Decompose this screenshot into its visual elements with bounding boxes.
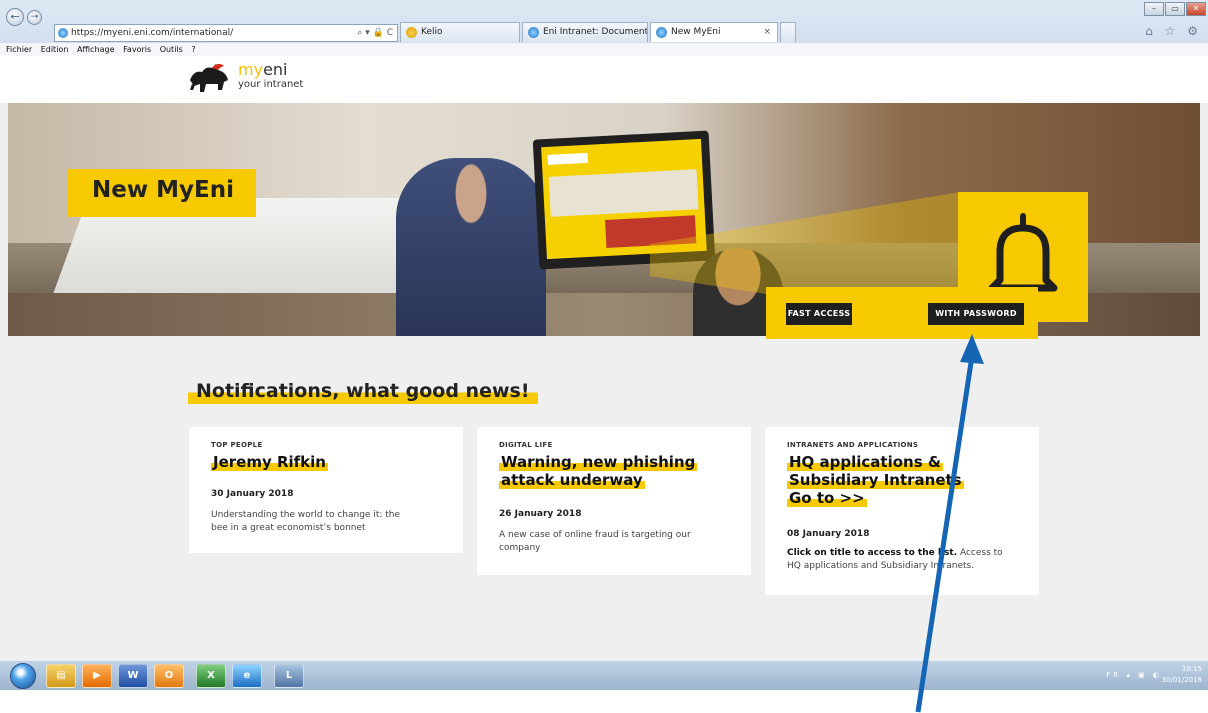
- hero-title-box: New MyEni: [68, 169, 256, 217]
- language-indicator[interactable]: FR: [1106, 671, 1121, 679]
- menu-edition[interactable]: Edition: [41, 45, 69, 54]
- browser-chrome: ← → https://myeni.eni.com/international/…: [0, 0, 1208, 56]
- back-button[interactable]: ←: [6, 8, 24, 26]
- card-title-link[interactable]: Warning, new phishing attack underway: [499, 453, 698, 489]
- system-tray-icons[interactable]: ▴ ▣ ◐: [1126, 671, 1162, 679]
- myeni-logo[interactable]: myeni your intranet: [238, 61, 303, 91]
- menu-fichier[interactable]: Fichier: [6, 45, 32, 54]
- card-description: Click on title to access to the list. Ac…: [787, 548, 1003, 571]
- close-tab-icon[interactable]: ×: [763, 23, 771, 41]
- clock-date: 30/01/2018: [1161, 676, 1202, 684]
- card-title-link[interactable]: Jeremy Rifkin: [211, 453, 328, 471]
- ie-favicon-icon: [656, 27, 667, 38]
- maximize-icon[interactable]: ▭: [1165, 2, 1185, 16]
- tab-eni-intranet-documents[interactable]: Eni Intranet: Documents: [522, 22, 648, 42]
- with-password-button[interactable]: WITH PASSWORD: [928, 303, 1024, 325]
- tab-new-myeni[interactable]: New MyEni ×: [650, 22, 778, 42]
- internet-explorer-icon[interactable]: e: [232, 664, 262, 688]
- card-date: 08 January 2018: [787, 529, 870, 539]
- access-bar: FAST ACCESS WITH PASSWORD: [766, 287, 1038, 339]
- card-category: TOP PEOPLE: [211, 441, 263, 449]
- card-description: Understanding the world to change it: th…: [211, 510, 401, 533]
- clock[interactable]: 10:15 30/01/2018: [1162, 664, 1202, 686]
- window-controls: – ▭ ✕: [1144, 2, 1206, 16]
- address-bar[interactable]: https://myeni.eni.com/international/ ⌕ ▾…: [54, 24, 398, 42]
- ie-favicon-icon: [528, 27, 539, 38]
- tab-kelio[interactable]: Kelio: [400, 22, 520, 42]
- card-date: 30 January 2018: [211, 489, 294, 499]
- fast-access-button[interactable]: FAST ACCESS: [786, 303, 852, 325]
- card-description: A new case of online fraud is targeting …: [499, 530, 691, 553]
- man-at-computer: [396, 158, 546, 336]
- tab-label: Kelio: [421, 27, 443, 37]
- address-url: https://myeni.eni.com/international/: [71, 28, 234, 38]
- forward-button[interactable]: →: [27, 10, 42, 25]
- kelio-favicon-icon: [406, 27, 417, 38]
- minimize-icon[interactable]: –: [1144, 2, 1164, 16]
- start-button-icon[interactable]: [10, 663, 36, 689]
- screen-block: [547, 152, 589, 165]
- card-top-people[interactable]: TOP PEOPLE Jeremy Rifkin 30 January 2018…: [189, 427, 463, 553]
- section-title: Notifications, what good news!: [188, 378, 538, 404]
- menu-bar: Fichier Edition Affichage Favoris Outils…: [0, 43, 1208, 56]
- card-category: INTRANETS AND APPLICATIONS: [787, 441, 919, 449]
- outlook-icon[interactable]: O: [154, 664, 184, 688]
- app-launcher-icon[interactable]: L: [274, 664, 304, 688]
- card-date: 26 January 2018: [499, 509, 582, 519]
- below-screenshot-area: [0, 690, 1208, 713]
- close-window-icon[interactable]: ✕: [1186, 2, 1206, 16]
- tray-icons[interactable]: FR ▴ ▣ ◐: [1106, 671, 1162, 679]
- menu-favoris[interactable]: Favoris: [123, 45, 151, 54]
- menu-help[interactable]: ?: [191, 45, 195, 54]
- clock-time: 10:15: [1181, 665, 1202, 673]
- address-tools-icons[interactable]: ⌕ ▾ 🔒 C: [357, 25, 393, 41]
- menu-outils[interactable]: Outils: [160, 45, 183, 54]
- excel-icon[interactable]: X: [196, 664, 226, 688]
- logo-subtitle: your intranet: [238, 79, 304, 90]
- logo-title: myeni: [238, 60, 288, 79]
- new-tab-button[interactable]: [780, 22, 796, 42]
- menu-affichage[interactable]: Affichage: [77, 45, 115, 54]
- card-title-link[interactable]: HQ applications & Subsidiary Intranets G…: [787, 453, 964, 507]
- hero-title: New MyEni: [92, 177, 234, 203]
- section-title-wrap: Notifications, what good news!: [188, 378, 538, 404]
- tab-label: Eni Intranet: Documents: [543, 27, 648, 37]
- home-favorites-tools-icons[interactable]: ⌂ ☆ ⚙: [1145, 24, 1202, 38]
- card-digital-life[interactable]: DIGITAL LIFE Warning, new phishing attac…: [477, 427, 751, 575]
- word-icon[interactable]: W: [118, 664, 148, 688]
- media-player-icon[interactable]: ▶: [82, 664, 112, 688]
- eni-dog-logo-icon[interactable]: [188, 62, 230, 94]
- card-category: DIGITAL LIFE: [499, 441, 553, 449]
- tab-label: New MyEni: [671, 27, 721, 37]
- site-favicon-icon: [58, 28, 68, 38]
- windows-taskbar: ▤ ▶ W O X e L FR ▴ ▣ ◐ 10:15 30/01/2018: [0, 660, 1208, 690]
- card-intranets-and-applications[interactable]: INTRANETS AND APPLICATIONS HQ applicatio…: [765, 427, 1039, 595]
- file-explorer-icon[interactable]: ▤: [46, 664, 76, 688]
- site-header: myeni your intranet: [0, 56, 1208, 103]
